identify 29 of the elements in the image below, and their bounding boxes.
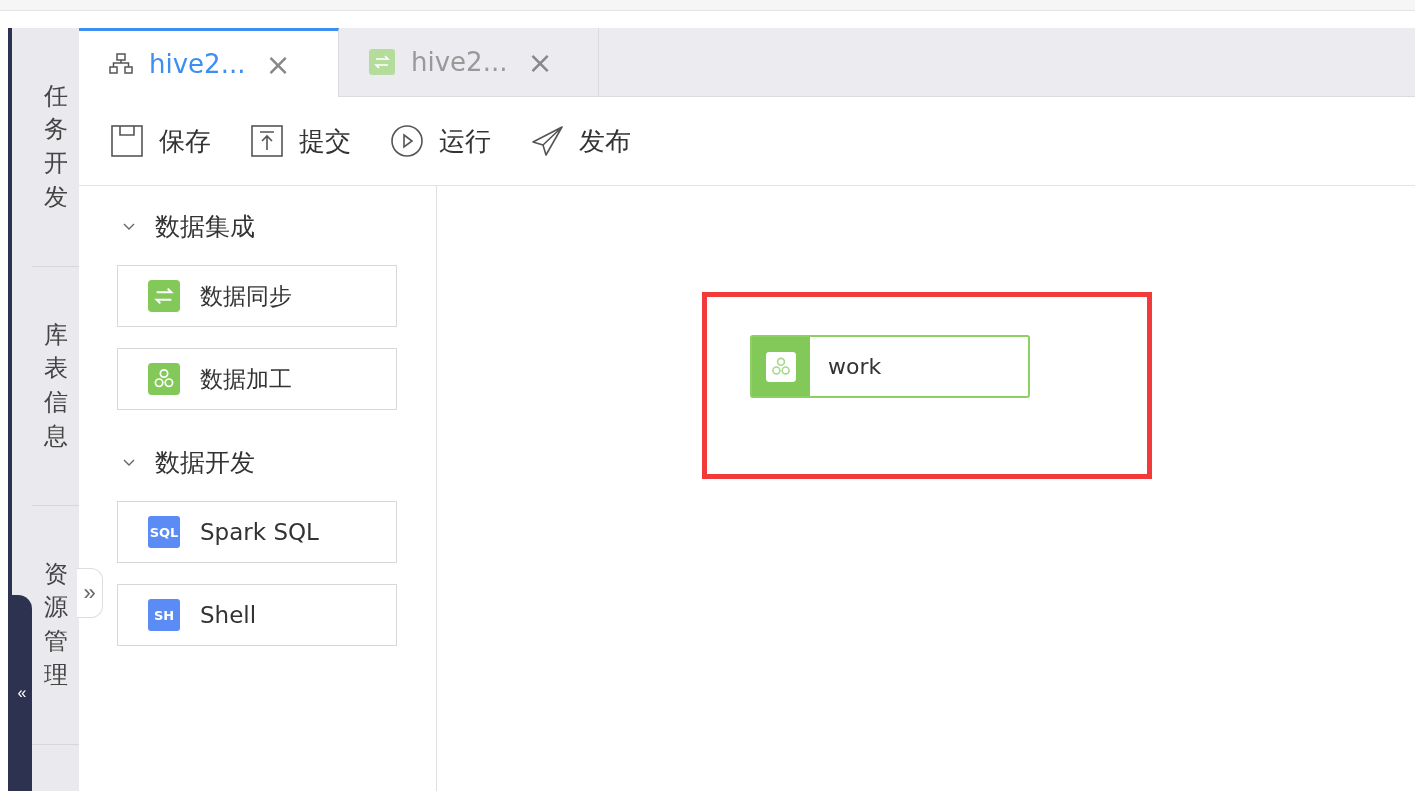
floppy-icon [111, 125, 143, 157]
swap-icon [148, 280, 180, 312]
chevron-icon [123, 458, 135, 467]
paper-plane-icon [531, 125, 563, 157]
editor-tab[interactable]: hive2... × [79, 28, 339, 97]
save-button[interactable]: 保存 [111, 123, 211, 159]
palette-item[interactable]: SH Shell [117, 584, 397, 646]
side-nav-tab[interactable]: 库表信息 [32, 267, 79, 506]
chevron-icon [123, 222, 135, 231]
expand-button[interactable]: » [77, 568, 103, 618]
collapse-button[interactable]: « [12, 595, 32, 791]
run-button[interactable]: 运行 [391, 123, 491, 159]
upload-icon [251, 125, 283, 157]
swap-icon [369, 49, 395, 75]
play-icon [391, 125, 423, 157]
language-badge: SQL [148, 516, 180, 548]
submit-button[interactable]: 提交 [251, 123, 351, 159]
palette-item[interactable]: 数据同步 [117, 265, 397, 327]
circles-icon [766, 351, 796, 382]
task-node[interactable]: work [750, 335, 1030, 398]
language-badge: SH [148, 599, 180, 631]
close-icon[interactable]: × [265, 46, 291, 82]
palette-item[interactable]: SQL Spark SQL [117, 501, 397, 563]
group-header[interactable]: 数据开发 [117, 446, 436, 479]
hierarchy-icon [109, 53, 133, 75]
palette-item[interactable]: 数据加工 [117, 348, 397, 410]
circles-icon [148, 363, 180, 395]
group-header[interactable]: 数据集成 [117, 210, 436, 243]
publish-button[interactable]: 发布 [531, 123, 631, 159]
